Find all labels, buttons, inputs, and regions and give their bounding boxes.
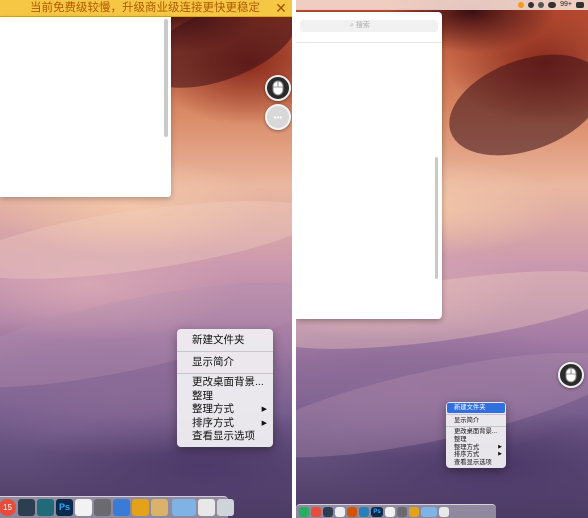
- menu-separator: [446, 413, 506, 415]
- sun-app-icon[interactable]: [409, 506, 419, 517]
- folder-icon[interactable]: [421, 506, 437, 517]
- app-icon[interactable]: [151, 499, 168, 516]
- bell-icon[interactable]: [528, 2, 535, 8]
- menu-item-get-info[interactable]: 显示简介: [446, 416, 506, 426]
- notification-badge[interactable]: 15: [0, 499, 16, 516]
- menu-separator: [177, 351, 273, 352]
- search-input[interactable]: ⌕ 搜索: [300, 20, 438, 32]
- wechat-icon[interactable]: [548, 2, 557, 8]
- search-placeholder: 搜索: [355, 22, 370, 29]
- close-icon[interactable]: ✕: [274, 0, 288, 16]
- menu-separator: [177, 373, 273, 374]
- menu-item-label: 整理方式: [192, 403, 234, 415]
- media-player-icon[interactable]: [397, 506, 407, 517]
- submenu-arrow-icon: ▶: [261, 419, 267, 427]
- dock: 15 Ps: [0, 496, 234, 518]
- app-icon[interactable]: [113, 499, 130, 516]
- app-icon[interactable]: [335, 506, 345, 517]
- photoshop-icon[interactable]: Ps: [371, 506, 383, 517]
- qq-icon[interactable]: [538, 2, 545, 8]
- mouse-icon: [565, 367, 577, 383]
- menu-item-new-folder[interactable]: 新建文件夹: [177, 332, 273, 349]
- menu-item-new-folder[interactable]: 新建文件夹: [447, 403, 505, 413]
- desktop-context-menu: 新建文件夹 显示简介 更改桌面背景... 整理 整理方式 ▶ 排序方式 ▶ 查看…: [446, 402, 506, 468]
- menu-item-label: 整理方式: [454, 443, 480, 451]
- clapper-app-icon[interactable]: [18, 499, 35, 516]
- scrollbar[interactable]: [164, 19, 168, 137]
- more-icon: •••: [273, 112, 283, 122]
- sun-app-icon[interactable]: [132, 499, 149, 516]
- trash-icon[interactable]: [217, 499, 234, 516]
- dock: Ps: [296, 504, 496, 518]
- menu-bar: 99+: [296, 0, 588, 10]
- menu-lines-icon[interactable]: [198, 499, 215, 516]
- menu-item-clean-up[interactable]: 整理: [177, 390, 273, 404]
- status-tray: 99+: [518, 0, 584, 10]
- battery-text: 99+: [560, 1, 572, 8]
- mouse-icon: [272, 80, 284, 96]
- app-status-icon[interactable]: [518, 2, 525, 8]
- mouse-mode-button[interactable]: [558, 362, 584, 388]
- remote-window-panel[interactable]: [0, 17, 171, 197]
- left-screen: 当前免费级较慢，升级商业级连接更快更稳定 ✕ ••• 新建文件夹 显示简介 更改…: [0, 0, 292, 518]
- desktop-context-menu: 新建文件夹 显示简介 更改桌面背景... 整理 整理方式 ▶ 排序方式 ▶ 查看…: [177, 329, 273, 447]
- app-icon[interactable]: [347, 506, 357, 517]
- submenu-arrow-icon: ▶: [261, 406, 267, 413]
- app-icon[interactable]: [311, 506, 321, 517]
- app-icon[interactable]: [299, 506, 309, 517]
- menu-extra-icon[interactable]: [576, 2, 584, 8]
- preview-app-icon[interactable]: [385, 506, 395, 517]
- app-icon[interactable]: [359, 506, 369, 517]
- menu-separator: [446, 426, 506, 427]
- menu-item-label: 排序方式: [454, 451, 480, 459]
- menu-item-show-view-options[interactable]: 查看显示选项: [446, 459, 506, 467]
- divider: [296, 42, 442, 43]
- menu-item-show-view-options[interactable]: 查看显示选项: [177, 430, 273, 444]
- menu-item-clean-up[interactable]: 整理: [446, 436, 506, 444]
- menu-item-clean-up-by[interactable]: 整理方式 ▶: [177, 403, 273, 417]
- upgrade-banner: 当前免费级较慢，升级商业级连接更快更稳定 ✕: [0, 0, 292, 17]
- submenu-arrow-icon: ▶: [498, 451, 502, 458]
- menu-item-sort-by[interactable]: 排序方式 ▶: [177, 417, 273, 431]
- folder-icon[interactable]: [172, 499, 196, 516]
- photoshop-icon[interactable]: Ps: [56, 499, 73, 516]
- menu-item-change-wallpaper[interactable]: 更改桌面背景...: [446, 428, 506, 436]
- qq-icon[interactable]: [323, 506, 333, 517]
- menu-item-get-info[interactable]: 显示简介: [177, 354, 273, 371]
- preview-app-icon[interactable]: [75, 499, 92, 516]
- search-window[interactable]: ⌕ 搜索: [296, 12, 442, 319]
- upgrade-banner-text: 当前免费级较慢，升级商业级连接更快更稳定: [30, 2, 260, 14]
- mouse-mode-button[interactable]: [265, 75, 291, 101]
- scrollbar[interactable]: [435, 157, 438, 279]
- menu-item-change-wallpaper[interactable]: 更改桌面背景...: [177, 376, 273, 390]
- app-icon[interactable]: [37, 499, 54, 516]
- media-player-icon[interactable]: [94, 499, 111, 516]
- menu-item-label: 排序方式: [192, 416, 234, 429]
- right-screen: 99+ ⌕ 搜索 新建文件夹 显示简介 更改桌面背景... 整理 整理方式 ▶ …: [296, 0, 588, 518]
- menu-lines-icon[interactable]: [439, 506, 449, 517]
- submenu-arrow-icon: ▶: [498, 443, 502, 450]
- more-options-button[interactable]: •••: [265, 104, 291, 130]
